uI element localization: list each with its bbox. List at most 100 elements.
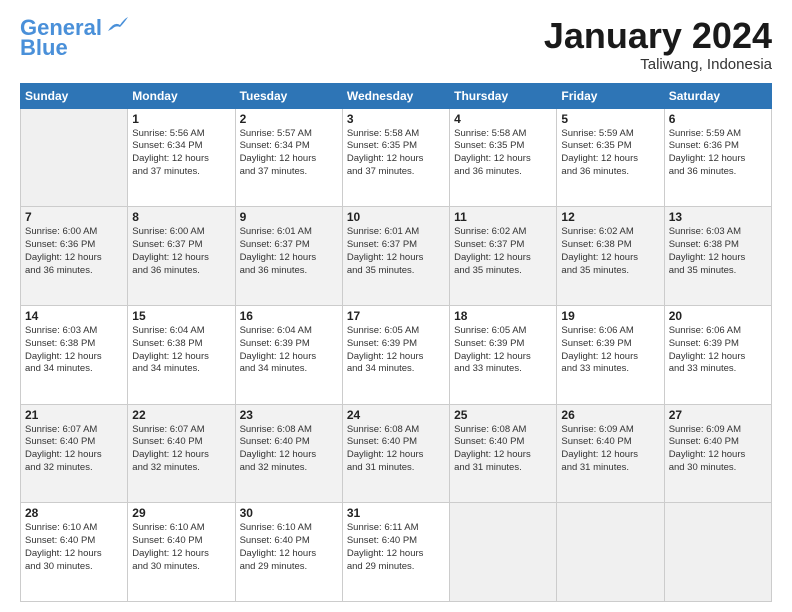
day-of-week-header: Sunday [21, 83, 128, 108]
calendar-cell: 1Sunrise: 5:56 AMSunset: 6:34 PMDaylight… [128, 108, 235, 207]
day-number: 10 [347, 210, 445, 224]
calendar-cell [664, 503, 771, 602]
day-number: 3 [347, 112, 445, 126]
day-info: Sunrise: 6:05 AMSunset: 6:39 PMDaylight:… [347, 325, 445, 376]
day-info: Sunrise: 6:01 AMSunset: 6:37 PMDaylight:… [240, 226, 338, 277]
day-of-week-header: Friday [557, 83, 664, 108]
day-of-week-header: Tuesday [235, 83, 342, 108]
day-number: 27 [669, 408, 767, 422]
calendar-cell: 24 Sunrise: 6:08 AMSunset: 6:40 PMDayligh… [342, 404, 449, 503]
day-info: Sunrise: 6:01 AMSunset: 6:37 PMDaylight:… [347, 226, 445, 277]
calendar-cell [557, 503, 664, 602]
calendar-cell: 10 Sunrise: 6:01 AMSunset: 6:37 PMDayligh… [342, 207, 449, 306]
calendar-cell: 3 Sunrise: 5:58 AMSunset: 6:35 PMDaylight… [342, 108, 449, 207]
day-number: 16 [240, 309, 338, 323]
logo-bird-icon [106, 17, 128, 35]
day-number: 30 [240, 506, 338, 520]
calendar-cell: 7 Sunrise: 6:00 AMSunset: 6:36 PMDaylight… [21, 207, 128, 306]
day-info: Sunrise: 6:03 AMSunset: 6:38 PMDaylight:… [25, 325, 123, 376]
day-number: 17 [347, 309, 445, 323]
day-number: 25 [454, 408, 552, 422]
day-number: 22 [132, 408, 230, 422]
day-number: 4 [454, 112, 552, 126]
title-block: January 2024 Taliwang, Indonesia [544, 16, 772, 73]
calendar-cell: 25Sunrise: 6:08 AMSunset: 6:40 PMDayligh… [450, 404, 557, 503]
day-info: Sunrise: 6:11 AMSunset: 6:40 PMDaylight:… [347, 522, 445, 573]
day-number: 12 [561, 210, 659, 224]
calendar-cell: 11 Sunrise: 6:02 AMSunset: 6:37 PMDayligh… [450, 207, 557, 306]
calendar-week-row: 1Sunrise: 5:56 AMSunset: 6:34 PMDaylight… [21, 108, 772, 207]
day-info: Sunrise: 6:05 AMSunset: 6:39 PMDaylight:… [454, 325, 552, 376]
day-number: 15 [132, 309, 230, 323]
calendar-cell: 28Sunrise: 6:10 AMSunset: 6:40 PMDayligh… [21, 503, 128, 602]
calendar-cell: 30 Sunrise: 6:10 AMSunset: 6:40 PMDayligh… [235, 503, 342, 602]
day-info: Sunrise: 6:06 AMSunset: 6:39 PMDaylight:… [561, 325, 659, 376]
calendar-header-row: SundayMondayTuesdayWednesdayThursdayFrid… [21, 83, 772, 108]
day-number: 14 [25, 309, 123, 323]
calendar-week-row: 7 Sunrise: 6:00 AMSunset: 6:36 PMDaylight… [21, 207, 772, 306]
location: Taliwang, Indonesia [544, 56, 772, 73]
day-number: 19 [561, 309, 659, 323]
day-number: 6 [669, 112, 767, 126]
calendar-week-row: 21 Sunrise: 6:07 AMSunset: 6:40 PMDayligh… [21, 404, 772, 503]
day-number: 8 [132, 210, 230, 224]
calendar-cell: 15 Sunrise: 6:04 AMSunset: 6:38 PMDayligh… [128, 305, 235, 404]
calendar-cell: 8 Sunrise: 6:00 AMSunset: 6:37 PMDaylight… [128, 207, 235, 306]
calendar-week-row: 14 Sunrise: 6:03 AMSunset: 6:38 PMDayligh… [21, 305, 772, 404]
day-info: Sunrise: 6:00 AMSunset: 6:36 PMDaylight:… [25, 226, 123, 277]
day-number: 1 [132, 112, 230, 126]
day-of-week-header: Thursday [450, 83, 557, 108]
day-of-week-header: Wednesday [342, 83, 449, 108]
calendar-week-row: 28 Sunrise: 6:10 AMSunset: 6:40 PMDayligh… [21, 503, 772, 602]
calendar-cell: 2Sunrise: 5:57 AMSunset: 6:34 PMDaylight… [235, 108, 342, 207]
day-info: Sunrise: 5:59 AMSunset: 6:36 PMDaylight:… [669, 128, 767, 179]
day-info: Sunrise: 5:58 AMSunset: 6:35 PMDaylight:… [347, 128, 445, 179]
day-number: 24 [347, 408, 445, 422]
calendar-cell: 31Sunrise: 6:11 AMSunset: 6:40 PMDayligh… [342, 503, 449, 602]
day-info: Sunrise: 6:10 AMSunset: 6:40 PMDaylight:… [240, 522, 338, 573]
calendar-cell: 26Sunrise: 6:09 AMSunset: 6:40 PMDayligh… [557, 404, 664, 503]
page: General Blue January 2024 Taliwang, Indo… [0, 0, 792, 612]
day-number: 5 [561, 112, 659, 126]
day-info: Sunrise: 6:04 AMSunset: 6:38 PMDaylight:… [132, 325, 230, 376]
calendar-cell: 22 Sunrise: 6:07 AMSunset: 6:40 PMDayligh… [128, 404, 235, 503]
day-info: Sunrise: 6:10 AMSunset: 6:40 PMDaylight:… [132, 522, 230, 573]
day-number: 9 [240, 210, 338, 224]
day-info: Sunrise: 6:04 AMSunset: 6:39 PMDaylight:… [240, 325, 338, 376]
day-number: 20 [669, 309, 767, 323]
day-info: Sunrise: 6:07 AMSunset: 6:40 PMDaylight:… [25, 424, 123, 475]
day-number: 21 [25, 408, 123, 422]
day-info: Sunrise: 5:59 AMSunset: 6:35 PMDaylight:… [561, 128, 659, 179]
calendar-cell: 19 Sunrise: 6:06 AMSunset: 6:39 PMDayligh… [557, 305, 664, 404]
day-number: 18 [454, 309, 552, 323]
calendar-cell: 13Sunrise: 6:03 AMSunset: 6:38 PMDayligh… [664, 207, 771, 306]
day-info: Sunrise: 6:09 AMSunset: 6:40 PMDaylight:… [561, 424, 659, 475]
day-info: Sunrise: 6:02 AMSunset: 6:37 PMDaylight:… [454, 226, 552, 277]
calendar-cell: 16 Sunrise: 6:04 AMSunset: 6:39 PMDayligh… [235, 305, 342, 404]
day-number: 11 [454, 210, 552, 224]
day-info: Sunrise: 6:07 AMSunset: 6:40 PMDaylight:… [132, 424, 230, 475]
calendar-cell: 14 Sunrise: 6:03 AMSunset: 6:38 PMDayligh… [21, 305, 128, 404]
day-info: Sunrise: 6:08 AMSunset: 6:40 PMDaylight:… [347, 424, 445, 475]
calendar-cell: 9 Sunrise: 6:01 AMSunset: 6:37 PMDaylight… [235, 207, 342, 306]
day-number: 23 [240, 408, 338, 422]
calendar-cell: 23Sunrise: 6:08 AMSunset: 6:40 PMDayligh… [235, 404, 342, 503]
day-number: 28 [25, 506, 123, 520]
calendar-cell: 5 Sunrise: 5:59 AMSunset: 6:35 PMDaylight… [557, 108, 664, 207]
calendar-cell [21, 108, 128, 207]
calendar-cell: 17 Sunrise: 6:05 AMSunset: 6:39 PMDayligh… [342, 305, 449, 404]
day-of-week-header: Saturday [664, 83, 771, 108]
calendar-cell: 29 Sunrise: 6:10 AMSunset: 6:40 PMDayligh… [128, 503, 235, 602]
calendar-cell: 18 Sunrise: 6:05 AMSunset: 6:39 PMDayligh… [450, 305, 557, 404]
logo: General Blue [20, 16, 128, 60]
month-title: January 2024 [544, 16, 772, 56]
day-number: 7 [25, 210, 123, 224]
calendar-cell [450, 503, 557, 602]
header: General Blue January 2024 Taliwang, Indo… [20, 16, 772, 73]
calendar-cell: 21 Sunrise: 6:07 AMSunset: 6:40 PMDayligh… [21, 404, 128, 503]
day-of-week-header: Monday [128, 83, 235, 108]
day-number: 29 [132, 506, 230, 520]
day-number: 2 [240, 112, 338, 126]
day-info: Sunrise: 6:03 AMSunset: 6:38 PMDaylight:… [669, 226, 767, 277]
day-info: Sunrise: 6:00 AMSunset: 6:37 PMDaylight:… [132, 226, 230, 277]
